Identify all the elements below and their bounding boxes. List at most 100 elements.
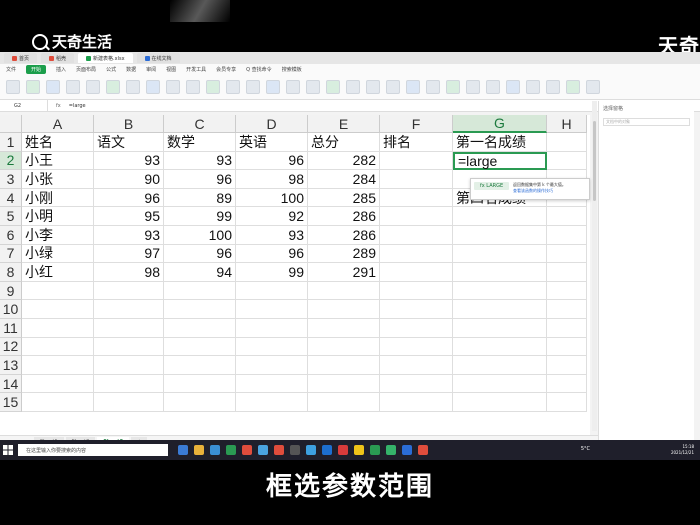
cell[interactable]: 小张 <box>22 170 94 189</box>
cell[interactable] <box>380 263 453 282</box>
menu-item[interactable]: 数据 <box>126 66 136 73</box>
name-box[interactable]: G2 <box>0 100 48 111</box>
menu-item[interactable]: 会员专享 <box>216 66 236 73</box>
cell[interactable]: 93 <box>94 151 164 171</box>
ribbon-tool-icon[interactable] <box>346 80 360 94</box>
cell[interactable] <box>380 319 453 338</box>
cell[interactable] <box>308 281 380 301</box>
ribbon-tool-icon[interactable] <box>506 80 520 94</box>
cell[interactable]: 95 <box>94 207 164 226</box>
cell[interactable] <box>380 170 453 189</box>
cell[interactable] <box>22 356 94 375</box>
cell[interactable] <box>453 337 547 357</box>
cell[interactable] <box>380 374 453 394</box>
ribbon-tool-icon[interactable] <box>106 80 120 94</box>
cell[interactable] <box>453 281 547 301</box>
cell[interactable] <box>164 374 236 394</box>
cell[interactable]: 语文 <box>94 133 164 152</box>
cell[interactable]: 93 <box>94 226 164 245</box>
ribbon-tool-icon[interactable] <box>366 80 380 94</box>
ribbon-tool-icon[interactable] <box>26 80 40 94</box>
taskbar-app-icon[interactable] <box>290 445 300 455</box>
cell[interactable] <box>94 319 164 338</box>
ribbon-tool-icon[interactable] <box>286 80 300 94</box>
window-tab[interactable]: 稻壳 <box>41 53 75 63</box>
row-header[interactable]: 8 <box>0 263 22 282</box>
cell[interactable]: 291 <box>308 263 380 282</box>
taskbar-app-icon[interactable] <box>274 445 284 455</box>
cell[interactable]: 89 <box>164 188 236 208</box>
row-header[interactable]: 13 <box>0 356 22 375</box>
cell[interactable] <box>22 300 94 319</box>
cell[interactable] <box>308 356 380 375</box>
cell[interactable] <box>453 244 547 264</box>
cell[interactable]: 289 <box>308 244 380 264</box>
cell[interactable] <box>453 263 547 282</box>
row-header[interactable]: 9 <box>0 281 22 301</box>
cell[interactable]: 286 <box>308 226 380 245</box>
cell[interactable] <box>94 356 164 375</box>
cell[interactable]: 93 <box>236 226 308 245</box>
cell[interactable] <box>308 374 380 394</box>
ribbon-tool-icon[interactable] <box>186 80 200 94</box>
menu-item[interactable]: 页面布局 <box>76 66 96 73</box>
cell[interactable] <box>164 337 236 357</box>
cell[interactable]: 282 <box>308 151 380 171</box>
cell[interactable] <box>94 393 164 412</box>
autocomplete-item-large[interactable]: fx LARGE <box>474 182 510 190</box>
menu-item[interactable]: 文件 <box>6 66 16 73</box>
cell[interactable] <box>164 281 236 301</box>
cell[interactable] <box>236 393 308 412</box>
cell[interactable] <box>308 300 380 319</box>
cell[interactable] <box>22 281 94 301</box>
cell[interactable] <box>164 300 236 319</box>
window-tab[interactable]: 首页 <box>4 53 38 63</box>
window-tab[interactable]: 在线文档 <box>136 53 180 63</box>
taskbar-app-icon[interactable] <box>338 445 348 455</box>
cell[interactable] <box>547 263 587 282</box>
cell[interactable] <box>453 393 547 412</box>
menu-item[interactable]: 搜索模板 <box>282 66 302 73</box>
cell[interactable] <box>547 337 587 357</box>
formula-input[interactable]: =large <box>69 103 86 109</box>
menu-item[interactable]: Q 查找命令 <box>246 66 272 73</box>
cell[interactable]: 小刚 <box>22 188 94 208</box>
cell[interactable]: 96 <box>164 170 236 189</box>
cell[interactable]: 英语 <box>236 133 308 152</box>
cell[interactable]: 94 <box>164 263 236 282</box>
menu-item[interactable]: 审阅 <box>146 66 156 73</box>
cell[interactable] <box>380 207 453 226</box>
ribbon-tool-icon[interactable] <box>526 80 540 94</box>
vertical-scrollbar[interactable] <box>592 101 597 431</box>
function-autocomplete[interactable]: fx LARGE 返回数据集中第 k 个最大值。 查看该函数的操作技巧 <box>470 178 590 200</box>
ribbon-tool-icon[interactable] <box>126 80 140 94</box>
column-header[interactable]: B <box>94 115 164 133</box>
cell[interactable] <box>380 300 453 319</box>
cell[interactable] <box>236 319 308 338</box>
ribbon-tool-icon[interactable] <box>546 80 560 94</box>
cell[interactable]: 92 <box>236 207 308 226</box>
taskbar-app-icon[interactable] <box>354 445 364 455</box>
cell[interactable] <box>547 207 587 226</box>
cell[interactable] <box>380 337 453 357</box>
cell[interactable]: 100 <box>236 188 308 208</box>
cell[interactable] <box>453 226 547 245</box>
ribbon-tool-icon[interactable] <box>486 80 500 94</box>
row-header[interactable]: 12 <box>0 337 22 357</box>
column-header[interactable]: D <box>236 115 308 133</box>
row-header[interactable]: 1 <box>0 133 22 152</box>
cell[interactable]: 98 <box>236 170 308 189</box>
fx-icon[interactable]: fx <box>48 103 69 109</box>
row-header[interactable]: 15 <box>0 393 22 412</box>
cell[interactable] <box>547 244 587 264</box>
ribbon-tool-icon[interactable] <box>206 80 220 94</box>
cell[interactable]: 姓名 <box>22 133 94 152</box>
ribbon-tool-icon[interactable] <box>466 80 480 94</box>
column-header[interactable]: A <box>22 115 94 133</box>
taskbar-app-icon[interactable] <box>194 445 204 455</box>
cell[interactable]: 小李 <box>22 226 94 245</box>
taskbar-app-icon[interactable] <box>210 445 220 455</box>
cell[interactable] <box>547 151 587 171</box>
cell[interactable] <box>308 393 380 412</box>
cell[interactable] <box>308 337 380 357</box>
